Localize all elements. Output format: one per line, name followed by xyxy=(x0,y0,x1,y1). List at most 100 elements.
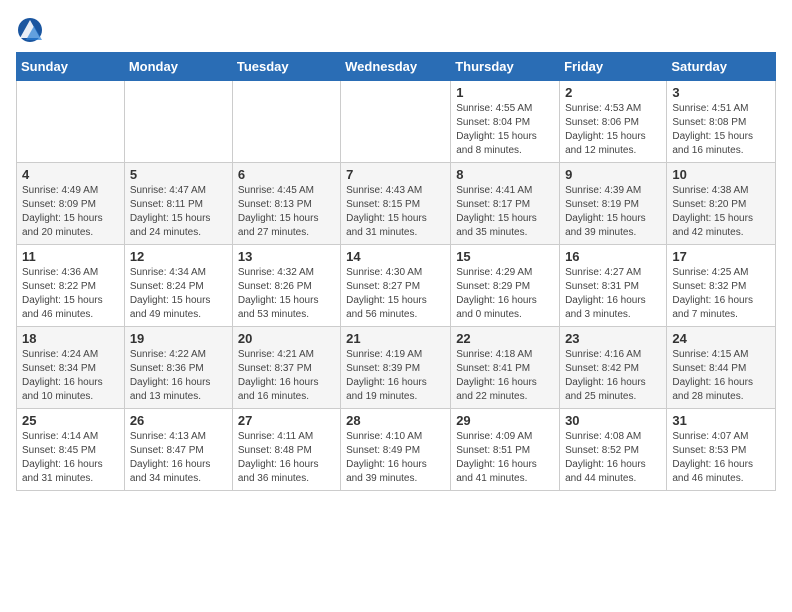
day-number: 8 xyxy=(456,167,554,182)
weekday-header: Monday xyxy=(124,53,232,81)
day-number: 17 xyxy=(672,249,770,264)
day-info: Sunrise: 4:45 AM Sunset: 8:13 PM Dayligh… xyxy=(238,184,335,240)
day-info: Sunrise: 4:22 AM Sunset: 8:36 PM Dayligh… xyxy=(130,348,227,404)
day-number: 14 xyxy=(346,249,445,264)
day-info: Sunrise: 4:11 AM Sunset: 8:48 PM Dayligh… xyxy=(238,430,335,486)
day-info: Sunrise: 4:24 AM Sunset: 8:34 PM Dayligh… xyxy=(22,348,119,404)
day-number: 10 xyxy=(672,167,770,182)
day-number: 1 xyxy=(456,85,554,100)
calendar-cell: 20 Sunrise: 4:21 AM Sunset: 8:37 PM Dayli… xyxy=(232,327,340,409)
day-info: Sunrise: 4:41 AM Sunset: 8:17 PM Dayligh… xyxy=(456,184,554,240)
day-number: 29 xyxy=(456,413,554,428)
calendar-cell: 5Sunrise: 4:47 AM Sunset: 8:11 PM Daylig… xyxy=(124,163,232,245)
day-info: Sunrise: 4:21 AM Sunset: 8:37 PM Dayligh… xyxy=(238,348,335,404)
calendar-cell: 28Sunrise: 4:10 AM Sunset: 8:49 PM Dayli… xyxy=(341,409,451,491)
calendar-body: 1 Sunrise: 4:55 AM Sunset: 8:04 PM Daylig… xyxy=(17,81,776,491)
day-info: Sunrise: 4:39 AM Sunset: 8:19 PM Dayligh… xyxy=(565,184,661,240)
day-info: Sunrise: 4:08 AM Sunset: 8:52 PM Dayligh… xyxy=(565,430,661,486)
day-info: Sunrise: 4:19 AM Sunset: 8:39 PM Dayligh… xyxy=(346,348,445,404)
calendar-cell: 12Sunrise: 4:34 AM Sunset: 8:24 PM Dayli… xyxy=(124,245,232,327)
calendar-week: 4 Sunrise: 4:49 AM Sunset: 8:09 PM Daylig… xyxy=(17,163,776,245)
day-info: Sunrise: 4:38 AM Sunset: 8:20 PM Dayligh… xyxy=(672,184,770,240)
page-header xyxy=(16,16,776,44)
calendar-cell: 18Sunrise: 4:24 AM Sunset: 8:34 PM Dayli… xyxy=(17,327,125,409)
calendar-cell: 19 Sunrise: 4:22 AM Sunset: 8:36 PM Dayli… xyxy=(124,327,232,409)
day-number: 31 xyxy=(672,413,770,428)
calendar-cell xyxy=(17,81,125,163)
day-number: 27 xyxy=(238,413,335,428)
day-number: 9 xyxy=(565,167,661,182)
day-info: Sunrise: 4:29 AM Sunset: 8:29 PM Dayligh… xyxy=(456,266,554,322)
calendar-week: 25 Sunrise: 4:14 AM Sunset: 8:45 PM Dayli… xyxy=(17,409,776,491)
calendar-cell: 27 Sunrise: 4:11 AM Sunset: 8:48 PM Dayli… xyxy=(232,409,340,491)
calendar-cell: 21 Sunrise: 4:19 AM Sunset: 8:39 PM Dayli… xyxy=(341,327,451,409)
day-info: Sunrise: 4:32 AM Sunset: 8:26 PM Dayligh… xyxy=(238,266,335,322)
day-info: Sunrise: 4:30 AM Sunset: 8:27 PM Dayligh… xyxy=(346,266,445,322)
calendar-cell: 8 Sunrise: 4:41 AM Sunset: 8:17 PM Daylig… xyxy=(451,163,560,245)
day-info: Sunrise: 4:16 AM Sunset: 8:42 PM Dayligh… xyxy=(565,348,661,404)
day-info: Sunrise: 4:27 AM Sunset: 8:31 PM Dayligh… xyxy=(565,266,661,322)
calendar-cell xyxy=(341,81,451,163)
calendar-cell: 31 Sunrise: 4:07 AM Sunset: 8:53 PM Dayli… xyxy=(667,409,776,491)
calendar-cell: 25 Sunrise: 4:14 AM Sunset: 8:45 PM Dayli… xyxy=(17,409,125,491)
calendar: SundayMondayTuesdayWednesdayThursdayFrid… xyxy=(16,52,776,491)
day-info: Sunrise: 4:55 AM Sunset: 8:04 PM Dayligh… xyxy=(456,102,554,158)
calendar-cell: 30 Sunrise: 4:08 AM Sunset: 8:52 PM Dayli… xyxy=(560,409,667,491)
calendar-cell: 10 Sunrise: 4:38 AM Sunset: 8:20 PM Dayli… xyxy=(667,163,776,245)
day-number: 19 xyxy=(130,331,227,346)
day-info: Sunrise: 4:36 AM Sunset: 8:22 PM Dayligh… xyxy=(22,266,119,322)
day-number: 2 xyxy=(565,85,661,100)
weekday-header: Tuesday xyxy=(232,53,340,81)
logo xyxy=(16,16,48,44)
weekday-header: Wednesday xyxy=(341,53,451,81)
calendar-cell: 7 Sunrise: 4:43 AM Sunset: 8:15 PM Daylig… xyxy=(341,163,451,245)
day-number: 11 xyxy=(22,249,119,264)
day-info: Sunrise: 4:07 AM Sunset: 8:53 PM Dayligh… xyxy=(672,430,770,486)
calendar-cell: 4 Sunrise: 4:49 AM Sunset: 8:09 PM Daylig… xyxy=(17,163,125,245)
calendar-cell: 15 Sunrise: 4:29 AM Sunset: 8:29 PM Dayli… xyxy=(451,245,560,327)
day-number: 26 xyxy=(130,413,227,428)
calendar-cell: 16 Sunrise: 4:27 AM Sunset: 8:31 PM Dayli… xyxy=(560,245,667,327)
weekday-header: Friday xyxy=(560,53,667,81)
day-info: Sunrise: 4:49 AM Sunset: 8:09 PM Dayligh… xyxy=(22,184,119,240)
day-info: Sunrise: 4:14 AM Sunset: 8:45 PM Dayligh… xyxy=(22,430,119,486)
day-info: Sunrise: 4:51 AM Sunset: 8:08 PM Dayligh… xyxy=(672,102,770,158)
calendar-cell: 6 Sunrise: 4:45 AM Sunset: 8:13 PM Daylig… xyxy=(232,163,340,245)
day-number: 13 xyxy=(238,249,335,264)
day-number: 25 xyxy=(22,413,119,428)
day-number: 16 xyxy=(565,249,661,264)
calendar-cell xyxy=(124,81,232,163)
day-number: 22 xyxy=(456,331,554,346)
day-number: 23 xyxy=(565,331,661,346)
logo-icon xyxy=(16,16,44,44)
day-info: Sunrise: 4:53 AM Sunset: 8:06 PM Dayligh… xyxy=(565,102,661,158)
day-number: 7 xyxy=(346,167,445,182)
weekday-header: Sunday xyxy=(17,53,125,81)
calendar-cell: 24 Sunrise: 4:15 AM Sunset: 8:44 PM Dayli… xyxy=(667,327,776,409)
calendar-week: 18Sunrise: 4:24 AM Sunset: 8:34 PM Dayli… xyxy=(17,327,776,409)
calendar-week: 11 Sunrise: 4:36 AM Sunset: 8:22 PM Dayli… xyxy=(17,245,776,327)
day-info: Sunrise: 4:13 AM Sunset: 8:47 PM Dayligh… xyxy=(130,430,227,486)
calendar-cell: 11 Sunrise: 4:36 AM Sunset: 8:22 PM Dayli… xyxy=(17,245,125,327)
day-number: 24 xyxy=(672,331,770,346)
day-info: Sunrise: 4:34 AM Sunset: 8:24 PM Dayligh… xyxy=(130,266,227,322)
day-info: Sunrise: 4:25 AM Sunset: 8:32 PM Dayligh… xyxy=(672,266,770,322)
day-info: Sunrise: 4:47 AM Sunset: 8:11 PM Dayligh… xyxy=(130,184,227,240)
calendar-cell: 17 Sunrise: 4:25 AM Sunset: 8:32 PM Dayli… xyxy=(667,245,776,327)
calendar-week: 1 Sunrise: 4:55 AM Sunset: 8:04 PM Daylig… xyxy=(17,81,776,163)
calendar-cell: 14 Sunrise: 4:30 AM Sunset: 8:27 PM Dayli… xyxy=(341,245,451,327)
day-info: Sunrise: 4:18 AM Sunset: 8:41 PM Dayligh… xyxy=(456,348,554,404)
calendar-header: SundayMondayTuesdayWednesdayThursdayFrid… xyxy=(17,53,776,81)
day-info: Sunrise: 4:15 AM Sunset: 8:44 PM Dayligh… xyxy=(672,348,770,404)
calendar-cell: 2 Sunrise: 4:53 AM Sunset: 8:06 PM Daylig… xyxy=(560,81,667,163)
day-number: 21 xyxy=(346,331,445,346)
day-number: 4 xyxy=(22,167,119,182)
calendar-cell: 13 Sunrise: 4:32 AM Sunset: 8:26 PM Dayli… xyxy=(232,245,340,327)
day-number: 30 xyxy=(565,413,661,428)
day-info: Sunrise: 4:43 AM Sunset: 8:15 PM Dayligh… xyxy=(346,184,445,240)
calendar-cell: 26 Sunrise: 4:13 AM Sunset: 8:47 PM Dayli… xyxy=(124,409,232,491)
header-row: SundayMondayTuesdayWednesdayThursdayFrid… xyxy=(17,53,776,81)
day-number: 15 xyxy=(456,249,554,264)
day-number: 6 xyxy=(238,167,335,182)
day-number: 20 xyxy=(238,331,335,346)
